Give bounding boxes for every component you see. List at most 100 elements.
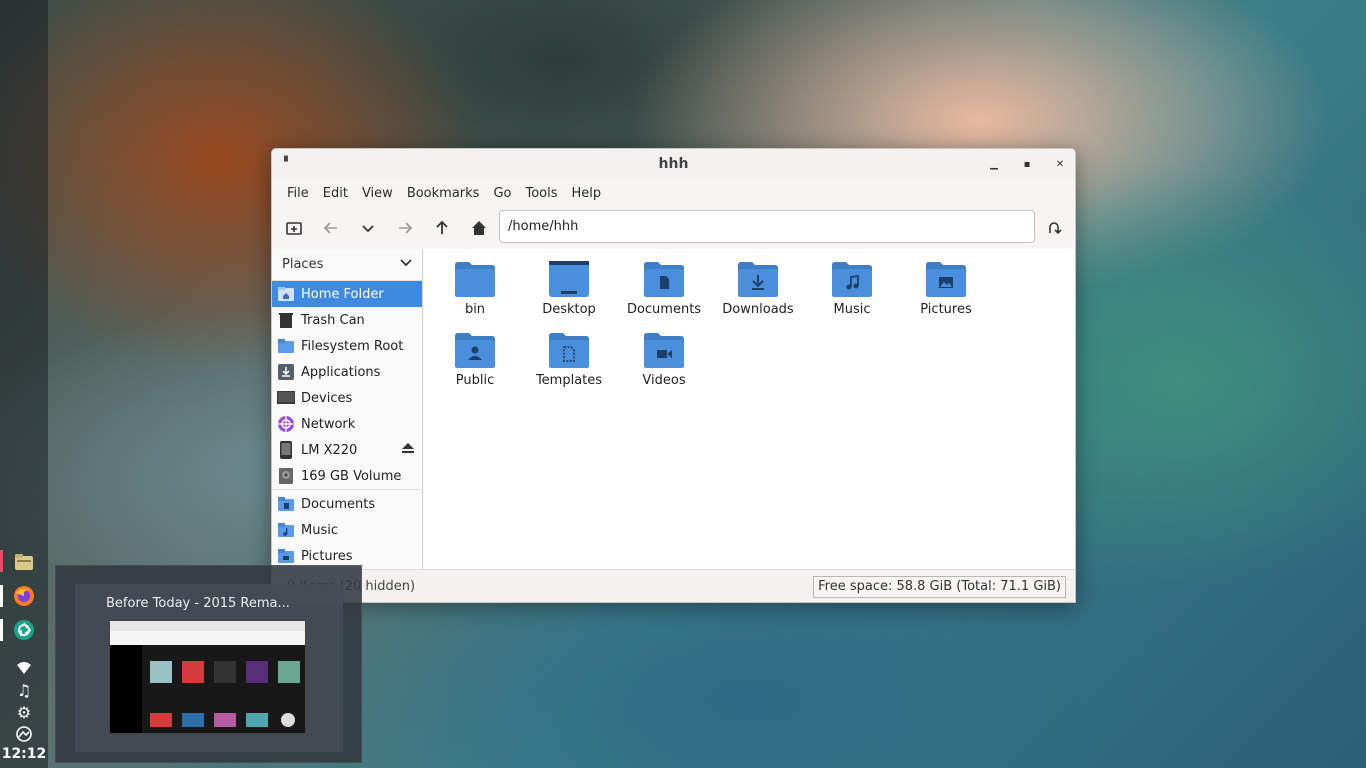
sidebar-item-label: Applications bbox=[301, 364, 381, 380]
sidebar-item-label: Trash Can bbox=[301, 312, 365, 328]
file-name: Documents bbox=[626, 302, 702, 317]
folder-icon bbox=[455, 262, 495, 297]
sidebar-item-label: Music bbox=[301, 522, 338, 538]
trash-icon bbox=[277, 311, 295, 329]
music-icon[interactable]: ♫ bbox=[12, 680, 36, 700]
music-folder-icon bbox=[832, 262, 872, 297]
running-indicator bbox=[0, 585, 3, 607]
running-indicator bbox=[0, 619, 3, 641]
sidebar-item-label: Network bbox=[301, 416, 356, 432]
pictures-folder-icon bbox=[926, 262, 966, 297]
window-title: hhh bbox=[658, 156, 689, 172]
downloads-folder-icon bbox=[738, 262, 778, 297]
documents-folder-icon bbox=[644, 262, 684, 297]
sidebar-item-label: 169 GB Volume bbox=[301, 468, 402, 484]
eject-icon[interactable] bbox=[402, 443, 414, 456]
applications-icon bbox=[277, 363, 295, 381]
minimize-button[interactable]: ▁ bbox=[987, 157, 1001, 171]
menu-view[interactable]: View bbox=[355, 186, 400, 201]
clock[interactable]: 12:12 bbox=[0, 746, 48, 762]
sidebar-item-label: Documents bbox=[301, 496, 376, 512]
folder-icon bbox=[277, 337, 295, 355]
desktop-folder-icon bbox=[549, 261, 589, 297]
history-dropdown-button[interactable] bbox=[355, 215, 381, 241]
sidebar-item-devices[interactable]: Devices bbox=[272, 385, 422, 411]
drive-icon bbox=[277, 467, 295, 485]
sidebar-item-label: Filesystem Root bbox=[301, 338, 404, 354]
file-name: Music bbox=[833, 302, 871, 317]
folder-item-documents[interactable]: Documents bbox=[619, 259, 709, 317]
menu-help[interactable]: Help bbox=[565, 186, 609, 201]
camera-aperture-icon[interactable] bbox=[10, 616, 38, 644]
folder-item-downloads[interactable]: Downloads bbox=[713, 259, 803, 317]
menu-edit[interactable]: Edit bbox=[316, 186, 355, 201]
sidebar-item-home-folder[interactable]: Home Folder bbox=[272, 281, 422, 307]
new-tab-button[interactable] bbox=[281, 215, 307, 241]
file-manager-icon[interactable] bbox=[10, 548, 38, 576]
sidebar-item-label: Pictures bbox=[301, 548, 353, 564]
file-manager-window: ▘ hhh ▁ ▪ ✕ File Edit View Bookmarks Go … bbox=[271, 148, 1076, 603]
file-name: Desktop bbox=[542, 302, 596, 317]
videos-folder-icon bbox=[644, 333, 684, 368]
folder-item-templates[interactable]: Templates bbox=[524, 330, 614, 388]
location-bar[interactable]: /home/hhh bbox=[499, 210, 1035, 243]
titlebar[interactable]: ▘ hhh ▁ ▪ ✕ bbox=[272, 149, 1075, 179]
file-name: Templates bbox=[535, 373, 603, 388]
reload-button[interactable] bbox=[1041, 215, 1067, 241]
file-view: bin Desktop Documents Downloads Music Pi… bbox=[424, 249, 1075, 569]
folder-item-pictures[interactable]: Pictures bbox=[901, 259, 991, 317]
sidebar-item-trash-can[interactable]: Trash Can bbox=[272, 307, 422, 333]
statusbar: 9 items (20 hidden) Free space: 58.8 GiB… bbox=[272, 569, 1075, 602]
gear-icon[interactable]: ⚙ bbox=[12, 702, 36, 722]
menu-file[interactable]: File bbox=[280, 186, 316, 201]
monitor-icon bbox=[277, 389, 295, 407]
templates-folder-icon bbox=[549, 333, 589, 368]
free-space: Free space: 58.8 GiB (Total: 71.1 GiB) bbox=[813, 576, 1066, 598]
pin-icon[interactable]: ▘ bbox=[284, 157, 292, 168]
sidebar-item-label: Home Folder bbox=[301, 286, 384, 302]
file-name: Videos bbox=[642, 373, 686, 388]
sidebar-item-label: Devices bbox=[301, 390, 353, 406]
folder-item-desktop[interactable]: Desktop bbox=[524, 259, 614, 317]
home-button[interactable] bbox=[466, 215, 492, 241]
folder-item-bin[interactable]: bin bbox=[430, 259, 520, 317]
home-folder-icon bbox=[277, 285, 295, 303]
folder-item-videos[interactable]: Videos bbox=[619, 330, 709, 388]
sidebar-item-network[interactable]: Network bbox=[272, 411, 422, 437]
sidebar-item-applications[interactable]: Applications bbox=[272, 359, 422, 385]
close-button[interactable]: ✕ bbox=[1053, 157, 1067, 171]
sidebar-item-music[interactable]: Music bbox=[272, 517, 422, 543]
public-folder-icon bbox=[455, 333, 495, 368]
menu-tools[interactable]: Tools bbox=[518, 186, 564, 201]
folder-item-public[interactable]: Public bbox=[430, 330, 520, 388]
network-icon bbox=[277, 415, 295, 433]
menu-bookmarks[interactable]: Bookmarks bbox=[400, 186, 487, 201]
file-name: bin bbox=[464, 302, 486, 317]
up-button[interactable] bbox=[429, 215, 455, 241]
places-label: Places bbox=[282, 257, 324, 272]
preview-title: Before Today - 2015 Rema... bbox=[106, 596, 290, 611]
firefox-icon[interactable] bbox=[10, 582, 38, 610]
sidebar-item-label: LM X220 bbox=[301, 442, 358, 458]
maximize-button[interactable]: ▪ bbox=[1020, 157, 1034, 171]
sidebar-item-169-gb-volume[interactable]: 169 GB Volume bbox=[272, 463, 422, 489]
dock: ♫ ⚙ 12:12 bbox=[0, 0, 48, 768]
back-button[interactable] bbox=[318, 215, 344, 241]
wifi-icon[interactable] bbox=[12, 658, 36, 678]
sidebar-item-lm-x220[interactable]: LM X220 bbox=[272, 437, 422, 463]
active-indicator bbox=[0, 550, 3, 572]
file-name: Public bbox=[455, 373, 495, 388]
folder-item-music[interactable]: Music bbox=[807, 259, 897, 317]
file-name: Pictures bbox=[920, 302, 972, 317]
drive-icon[interactable] bbox=[12, 724, 36, 744]
sidebar-item-documents[interactable]: Documents bbox=[272, 491, 422, 517]
places-dropdown[interactable]: Places bbox=[272, 249, 422, 281]
phone-icon bbox=[277, 441, 295, 459]
forward-button[interactable] bbox=[392, 215, 418, 241]
file-name: Downloads bbox=[722, 302, 794, 317]
menu-go[interactable]: Go bbox=[486, 186, 518, 201]
documents-folder-icon bbox=[277, 495, 295, 513]
preview-thumbnail[interactable] bbox=[109, 620, 306, 734]
sidebar-item-filesystem-root[interactable]: Filesystem Root bbox=[272, 333, 422, 359]
music-folder-icon bbox=[277, 521, 295, 539]
